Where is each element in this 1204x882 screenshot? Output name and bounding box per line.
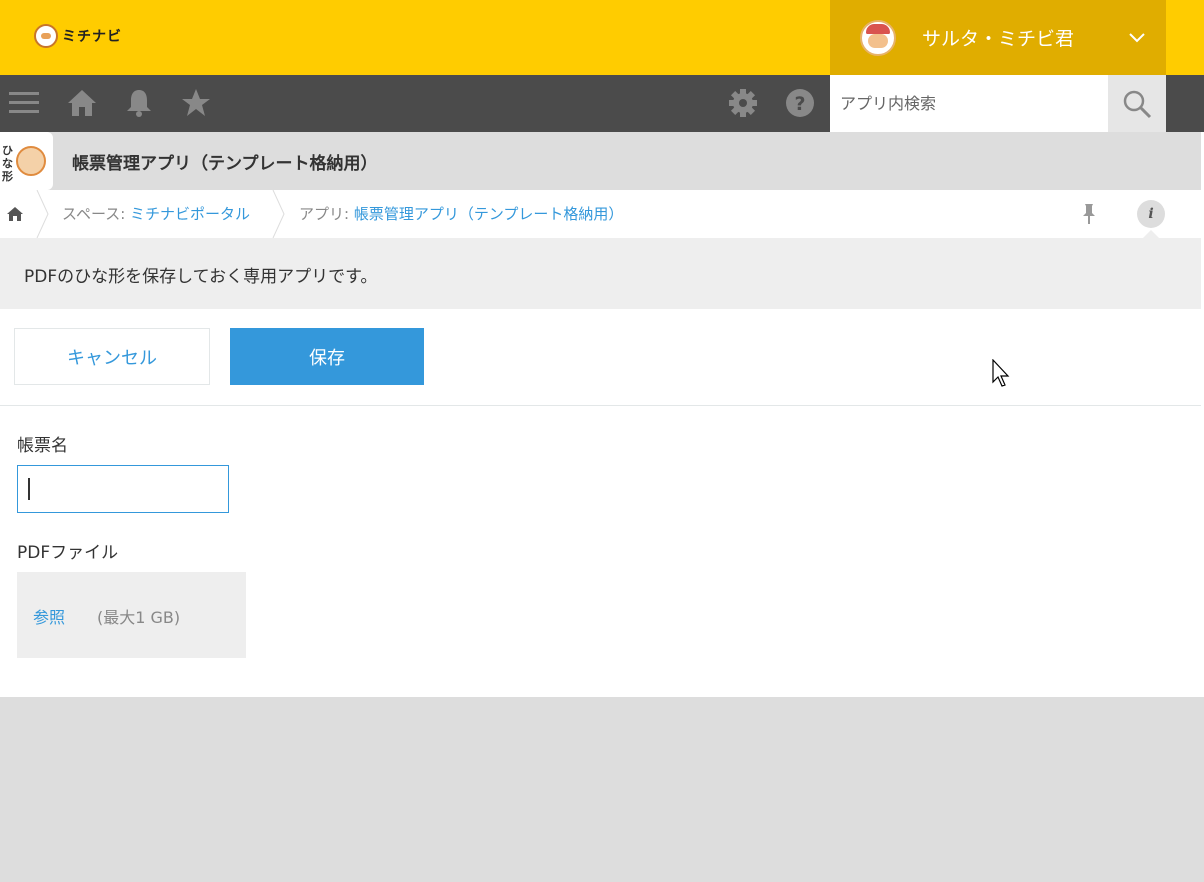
user-menu[interactable]: サルタ・ミチビ君 xyxy=(830,0,1166,75)
info-pointer xyxy=(1143,230,1159,238)
field-label-pdf-file: PDFファイル xyxy=(17,543,119,563)
form-name-input[interactable] xyxy=(17,465,229,513)
mouse-cursor-icon xyxy=(992,359,1010,387)
breadcrumb-app: アプリ: 帳票管理アプリ（テンプレート格納用） xyxy=(299,203,623,224)
search-input[interactable] xyxy=(830,75,1108,132)
home-icon[interactable] xyxy=(6,206,24,222)
field-label-form-name: 帳票名 xyxy=(17,436,68,456)
app-icon-text: ひな形 xyxy=(2,144,13,183)
breadcrumb-space-link[interactable]: ミチナビポータル xyxy=(130,205,250,223)
browse-link[interactable]: 参照 xyxy=(33,604,65,628)
logo-mascot-icon xyxy=(34,24,58,48)
page-title: 帳票管理アプリ（テンプレート格納用） xyxy=(72,154,378,174)
svg-text:?: ? xyxy=(794,93,805,115)
menu-icon[interactable] xyxy=(8,87,40,119)
app-header: ひな形 帳票管理アプリ（テンプレート格納用） xyxy=(0,132,1204,190)
gear-icon[interactable] xyxy=(727,87,759,119)
mascot-icon xyxy=(16,146,46,176)
record-form: キャンセル 保存 帳票名 PDFファイル 参照 (最大1 GB) xyxy=(0,309,1204,697)
user-name: サルタ・ミチビ君 xyxy=(922,28,1075,50)
chevron-down-icon[interactable] xyxy=(1128,28,1146,46)
max-size-note: (最大1 GB) xyxy=(97,608,181,627)
search-button[interactable] xyxy=(1108,75,1166,132)
breadcrumb-app-link[interactable]: 帳票管理アプリ（テンプレート格納用） xyxy=(354,205,624,223)
help-icon[interactable]: ? xyxy=(784,87,816,119)
cancel-button[interactable]: キャンセル xyxy=(14,328,210,385)
global-navbar: ? xyxy=(0,75,1204,132)
breadcrumb-space-prefix: スペース: xyxy=(62,205,131,223)
pin-icon[interactable] xyxy=(1080,203,1098,225)
home-icon[interactable] xyxy=(66,87,98,119)
pdf-file-upload: 参照 (最大1 GB) xyxy=(17,572,246,658)
logo-text: ミチナビ xyxy=(62,29,122,45)
breadcrumb-app-prefix: アプリ: xyxy=(299,205,354,223)
breadcrumb-separator xyxy=(272,190,285,238)
info-icon[interactable]: i xyxy=(1137,200,1165,228)
breadcrumb-space: スペース: ミチナビポータル xyxy=(62,203,250,224)
avatar xyxy=(860,19,896,56)
app-icon[interactable]: ひな形 xyxy=(0,132,53,190)
breadcrumb: スペース: ミチナビポータル アプリ: 帳票管理アプリ（テンプレート格納用） xyxy=(0,190,1204,238)
app-search xyxy=(830,75,1108,132)
logo[interactable]: ミチナビ xyxy=(34,22,122,50)
app-description: PDFのひな形を保存しておく専用アプリです。 xyxy=(0,238,1204,309)
top-header: ミチナビ サルタ・ミチビ君 xyxy=(0,0,1204,75)
bell-icon[interactable] xyxy=(123,87,155,119)
divider xyxy=(0,405,1204,406)
app-description-text: PDFのひな形を保存しておく専用アプリです。 xyxy=(24,267,378,287)
save-button[interactable]: 保存 xyxy=(230,328,424,385)
breadcrumb-separator xyxy=(36,190,49,238)
text-caret xyxy=(28,478,30,500)
search-icon xyxy=(1123,90,1152,118)
star-icon[interactable] xyxy=(180,87,212,119)
